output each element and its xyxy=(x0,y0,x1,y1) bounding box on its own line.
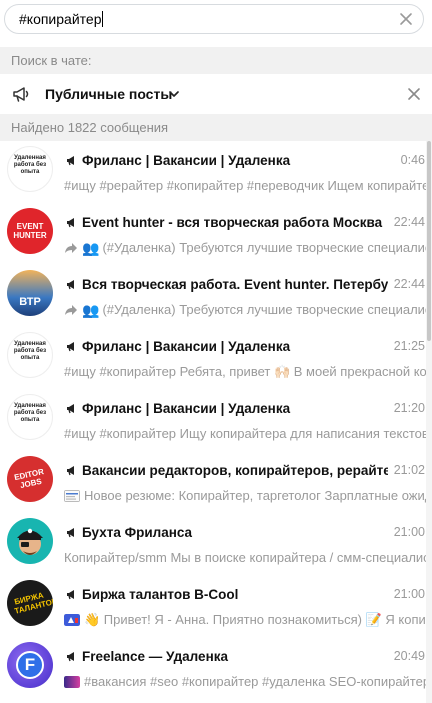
people-emoji-icon: 👥 xyxy=(82,240,100,256)
result-title: Бухта Фриланса xyxy=(82,525,193,540)
search-result-item[interactable]: Удаленная работа без опыта Фриланс | Вак… xyxy=(0,141,426,203)
results-count-label: Найдено 1822 сообщения xyxy=(0,114,432,141)
search-result-item[interactable]: EDITOR JOBS Вакансии редакторов, копирай… xyxy=(0,451,426,513)
avatar: EVENT HUNTER xyxy=(7,208,53,254)
pirate-logo-icon xyxy=(17,528,43,555)
result-title: Вакансии редакторов, копирайтеров, рерай… xyxy=(82,463,388,478)
document-thumbnail-icon xyxy=(64,490,80,502)
avatar: БИРЖА ТАЛАНТОВ xyxy=(7,580,53,626)
result-title: Фриланс | Вакансии | Удаленка xyxy=(82,339,291,354)
scrollbar-thumb[interactable] xyxy=(427,141,431,341)
result-time: 22:44 xyxy=(393,277,425,291)
search-result-item[interactable]: Удаленная работа без опыта Фриланс | Вак… xyxy=(0,327,426,389)
people-emoji-icon: 👥 xyxy=(82,302,100,318)
channel-icon xyxy=(67,528,74,538)
result-title: Фриланс | Вакансии | Удаленка xyxy=(82,401,291,416)
result-time: 22:44 xyxy=(393,215,425,229)
result-snippet: #ищу #копирайтер Ребята, привет 🙌🏻 В мое… xyxy=(64,364,426,379)
result-snippet: Копирайтер/smm Мы в поиске копирайтера /… xyxy=(64,550,426,565)
clear-search-icon[interactable] xyxy=(399,12,413,26)
channel-icon xyxy=(67,404,74,414)
result-title: Freelance — Удаленка xyxy=(82,649,228,664)
search-result-item[interactable]: EVENT HUNTER Event hunter - вся творческ… xyxy=(0,203,426,265)
avatar xyxy=(7,518,53,564)
search-results-list: Удаленная работа без опыта Фриланс | Вак… xyxy=(0,141,426,703)
avatar: Удаленная работа без опыта xyxy=(7,394,53,440)
avatar: Удаленная работа без опыта xyxy=(7,332,53,378)
search-result-item[interactable]: ВТР Вся творческая работа. Event hunter.… xyxy=(0,265,426,327)
result-time: 21:00 xyxy=(393,587,425,601)
result-snippet: #вакансия #seo #копирайтер #удаленка SEO… xyxy=(84,674,426,689)
search-query[interactable]: #копирайтер xyxy=(19,11,104,27)
chevron-down-icon[interactable] xyxy=(168,88,180,100)
result-title: Event hunter - вся творческая работа Мос… xyxy=(82,215,383,230)
search-result-item[interactable]: Удаленная работа без опыта Фриланс | Вак… xyxy=(0,389,426,451)
result-snippet: Новое резюме: Копирайтер, таргетолог Зар… xyxy=(84,488,426,503)
result-snippet: #ищу #копирайтер Ищу копирайтера для нап… xyxy=(64,426,426,441)
result-title: Вся творческая работа. Event hunter. Пет… xyxy=(82,277,388,292)
channel-icon xyxy=(67,652,74,662)
megaphone-icon xyxy=(13,87,29,102)
result-time: 21:25 xyxy=(393,339,425,353)
channel-icon xyxy=(67,466,74,476)
public-posts-filter[interactable]: Публичные посты xyxy=(0,74,432,114)
search-result-item[interactable]: F Freelance — Удаленка 20:49 #вакансия #… xyxy=(0,637,426,699)
media-thumbnail-icon xyxy=(64,676,80,688)
search-result-item[interactable]: Бухта Фриланса 21:00 Копирайтер/smm Мы в… xyxy=(0,513,426,575)
avatar: EDITOR JOBS xyxy=(7,456,53,502)
result-snippet: (#Удаленка) Требуются лучшие творческие … xyxy=(102,302,426,317)
scrollbar[interactable] xyxy=(426,141,432,703)
search-bar: #копирайтер xyxy=(0,0,432,38)
result-time: 21:20 xyxy=(393,401,425,415)
avatar: Удаленная работа без опыта xyxy=(7,146,53,192)
forward-icon xyxy=(65,305,77,315)
channel-icon xyxy=(67,218,74,228)
channel-icon xyxy=(67,590,74,600)
result-title: Фриланс | Вакансии | Удаленка xyxy=(82,153,291,168)
media-thumbnail-icon xyxy=(64,614,80,626)
channel-icon xyxy=(67,280,74,290)
result-snippet: #ищу #рерайтер #копирайтер #переводчик И… xyxy=(64,178,426,193)
result-title: Биржа талантов B-Cool xyxy=(82,587,239,602)
channel-icon xyxy=(67,342,74,352)
filter-label[interactable]: Публичные посты xyxy=(45,86,172,102)
result-time: 0:46 xyxy=(400,153,425,167)
close-filter-icon[interactable] xyxy=(407,87,421,101)
result-snippet: (#Удаленка) Требуются лучшие творческие … xyxy=(102,240,426,255)
channel-icon xyxy=(67,156,74,166)
result-time: 21:00 xyxy=(393,525,425,539)
search-input[interactable]: #копирайтер xyxy=(4,4,424,34)
avatar: ВТР xyxy=(7,270,53,316)
search-in-chats-label: Поиск в чате: xyxy=(0,47,432,74)
avatar: F xyxy=(7,642,53,688)
forward-icon xyxy=(65,243,77,253)
search-result-item[interactable]: БИРЖА ТАЛАНТОВ Биржа талантов B-Cool 21:… xyxy=(0,575,426,637)
result-time: 21:02 xyxy=(393,463,425,477)
result-snippet: 👋 Привет! Я - Анна. Приятно познакомитьс… xyxy=(84,612,426,627)
result-time: 20:49 xyxy=(393,649,425,663)
